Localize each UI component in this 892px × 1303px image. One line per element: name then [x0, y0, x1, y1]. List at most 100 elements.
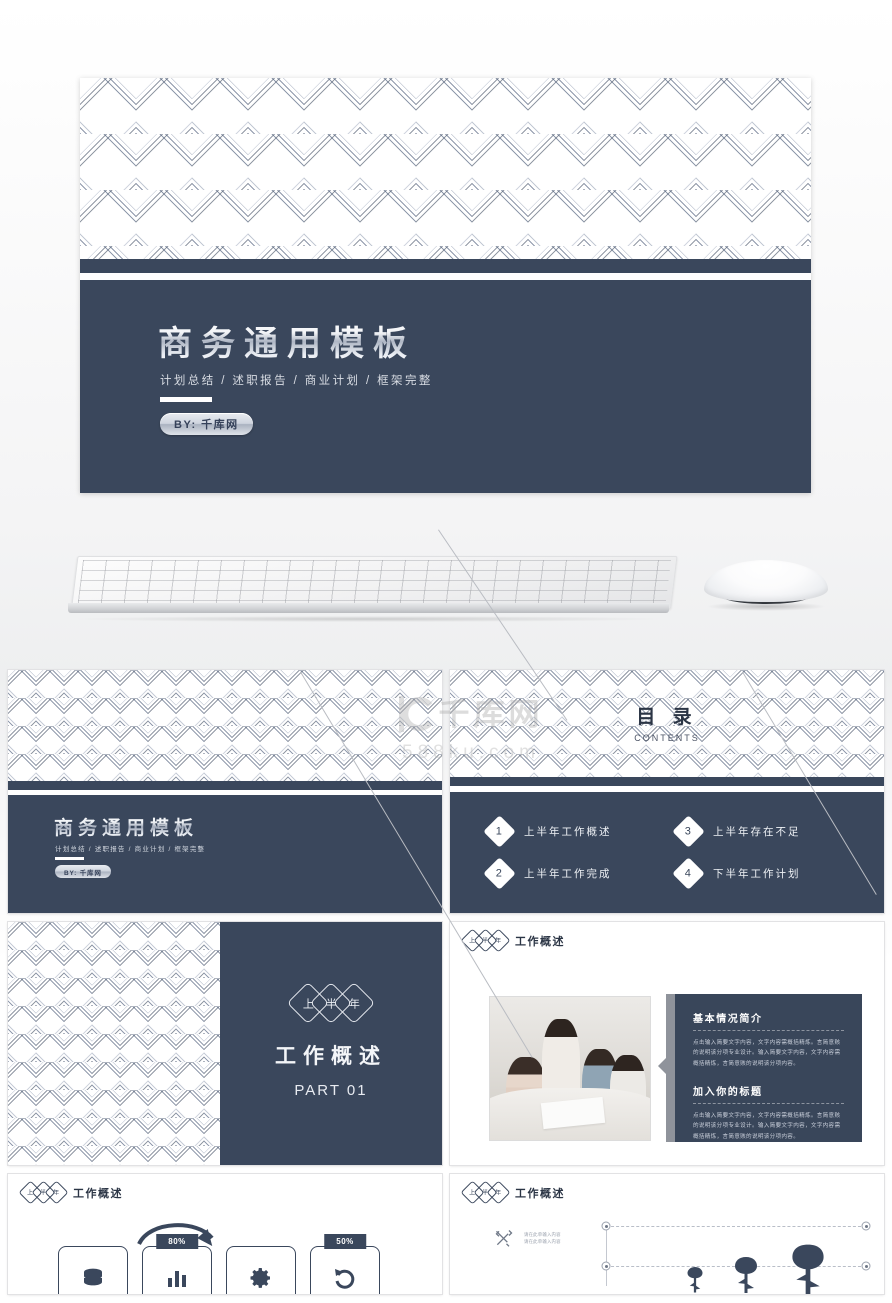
- keyboard-base: [68, 603, 669, 613]
- section-content-panel: 上 半 年 工作概述 PART 01: [220, 922, 442, 1165]
- diamond-badge: 3: [672, 815, 705, 848]
- hero-accent-bar: [80, 259, 811, 273]
- hero-gap: [80, 273, 811, 280]
- toc-item[interactable]: 4 下半年工作计划: [672, 857, 850, 890]
- panel-block-title: 基本情况简介: [693, 1014, 763, 1025]
- diagonal-pattern: [80, 78, 811, 259]
- thumb-pattern-band: [8, 670, 442, 781]
- hero-author-badge: BY: 千库网: [160, 413, 253, 435]
- thumbnail-row: 上 半 年 工作概述 80% 50% 上 半 年 工作概述 请在此单输入内容 请…: [8, 1174, 884, 1294]
- timeline-node: [861, 1261, 871, 1271]
- diamond-badge: 2: [483, 857, 516, 890]
- process-badge: 50%: [324, 1234, 366, 1249]
- undo-arrow-icon: [335, 1269, 355, 1289]
- toc-item[interactable]: 2 上半年工作完成: [483, 857, 661, 890]
- diamond-char: 年: [495, 1190, 502, 1197]
- tree-icon: [735, 1257, 757, 1293]
- hero-rule: [160, 397, 212, 402]
- hero-subtitle: 计划总结 / 述职报告 / 商业计划 / 框架完整: [160, 375, 433, 387]
- panel-block: 加入你的标题 点击输入简要文字内容，文字内容需概括精炼。言简意赅的说明该分项专业…: [693, 1083, 844, 1142]
- toc-label: 上半年存在不足: [713, 826, 801, 838]
- keyboard-mockup: [63, 556, 678, 622]
- team-meeting-photo: [490, 997, 650, 1140]
- keyboard-shadow: [77, 616, 661, 622]
- triple-diamond-emblem: 上 半 年: [18, 1180, 69, 1205]
- panel-block-body: 点击输入简要文字内容，文字内容需概括精炼。言简意赅的说明该分项专业设计。输入简要…: [693, 1113, 841, 1140]
- thumb-title: 商务通用模板: [54, 813, 198, 840]
- keyboard-keys: [77, 560, 672, 603]
- hero-pattern-band: [80, 78, 811, 259]
- slide-header-title: 工作概述: [515, 1187, 565, 1200]
- mouse-mockup: [700, 558, 832, 614]
- process-card[interactable]: [58, 1246, 128, 1294]
- thumbnail-contents-slide[interactable]: 目 录 CONTENTS 1 上半年工作概述 3 上半年存在不足 2 上半年工作…: [450, 670, 884, 913]
- panel-block: 基本情况简介 点击输入简要文字内容，文字内容需概括精炼。言简意赅的说明该分项专业…: [693, 1010, 844, 1069]
- slide-header-title: 工作概述: [515, 935, 565, 948]
- panel-divider: [693, 1030, 844, 1032]
- timeline-dashed-row: [606, 1226, 866, 1228]
- process-card[interactable]: [226, 1246, 296, 1294]
- thumbnail-row: 上 半 年 工作概述 PART 01 上 半 年 工作概述 基本情况简介 点击输…: [8, 922, 884, 1165]
- timeline-entry[interactable]: 请在此单输入内容 请在此单输入内容: [494, 1228, 561, 1248]
- bar-chart-icon: [168, 1271, 186, 1287]
- timeline-line-2: 请在此单输入内容: [524, 1239, 561, 1244]
- panel-body: 基本情况简介 点击输入简要文字内容，文字内容需概括精炼。言简意赅的说明该分项专业…: [675, 994, 862, 1142]
- diamond-char: 年: [348, 998, 360, 1010]
- thumbnail-process-slide[interactable]: 上 半 年 工作概述 80% 50%: [8, 1174, 442, 1294]
- toc-item[interactable]: 1 上半年工作概述: [483, 815, 661, 848]
- timeline-vertical-line: [606, 1226, 607, 1286]
- diamond-outline: 年: [332, 981, 376, 1025]
- keyboard-key-surface: [71, 556, 678, 609]
- panel-block-title: 加入你的标题: [693, 1087, 763, 1099]
- triple-diamond-emblem: 上 半 年: [460, 928, 511, 953]
- timeline-entry-text: 请在此单输入内容 请在此单输入内容: [524, 1231, 561, 1245]
- tools-icon: [495, 1230, 513, 1247]
- tree-growth-row: [680, 1242, 834, 1294]
- page-canvas: 商务通用模板 计划总结 / 述职报告 / 商业计划 / 框架完整 BY: 千库网: [0, 0, 892, 1300]
- timeline-entry-list: 请在此单输入内容 请在此单输入内容: [494, 1228, 561, 1248]
- thumb-accent-bar: [8, 781, 442, 790]
- thumbnail-grid: 商务通用模板 计划总结 / 述职报告 / 商业计划 / 框架完整 BY: 千库网…: [8, 670, 884, 1303]
- thumb-subtitle: 计划总结 / 述职报告 / 商业计划 / 框架完整: [55, 846, 206, 853]
- hero-body: 商务通用模板 计划总结 / 述职报告 / 商业计划 / 框架完整 BY: 千库网: [80, 280, 811, 493]
- section-part-label: PART 01: [294, 1082, 368, 1099]
- gear-icon: [250, 1268, 270, 1288]
- slide-header: 上 半 年 工作概述: [18, 1180, 123, 1205]
- tree-icon: [687, 1267, 703, 1293]
- panel-divider: [693, 1103, 844, 1105]
- contents-heading-en: CONTENTS: [634, 733, 700, 743]
- diamond-badge: 4: [672, 857, 705, 890]
- slide-header: 上 半 年 工作概述: [460, 1180, 565, 1205]
- slide-header-title: 工作概述: [73, 1187, 123, 1200]
- timeline-node: [601, 1221, 611, 1231]
- diagonal-pattern: [8, 922, 220, 1165]
- toc-number: 4: [685, 867, 692, 880]
- thumb-rule: [55, 857, 84, 860]
- process-card[interactable]: 50%: [310, 1234, 380, 1294]
- database-icon: [84, 1268, 102, 1286]
- contents-heading-cn: 目 录: [636, 707, 698, 728]
- thumbnail-title-slide[interactable]: 商务通用模板 计划总结 / 述职报告 / 商业计划 / 框架完整 BY: 千库网: [8, 670, 442, 913]
- diamond-badge: 1: [483, 815, 516, 848]
- hero-title: 商务通用模板: [158, 316, 416, 365]
- thumbnail-row: 商务通用模板 计划总结 / 述职报告 / 商业计划 / 框架完整 BY: 千库网…: [8, 670, 884, 913]
- toc-label: 上半年工作概述: [524, 826, 612, 838]
- toc-label: 上半年工作完成: [524, 868, 612, 880]
- thumbnail-timeline-slide[interactable]: 上 半 年 工作概述 请在此单输入内容 请在此单输入内容: [450, 1174, 884, 1294]
- triple-diamond-emblem: 上 半 年: [286, 981, 376, 1025]
- diamond-char: 年: [495, 938, 502, 945]
- section-pattern-panel: [8, 922, 220, 1165]
- process-card-row: 80% 50%: [58, 1234, 380, 1294]
- toc-number: 1: [496, 825, 503, 838]
- thumbnail-section-slide[interactable]: 上 半 年 工作概述 PART 01: [8, 922, 442, 1165]
- toc-label: 下半年工作计划: [713, 868, 801, 880]
- slide-header: 上 半 年 工作概述: [460, 928, 565, 953]
- contents-heading: 目 录 CONTENTS: [450, 702, 884, 743]
- process-card[interactable]: 80%: [142, 1234, 212, 1294]
- triple-diamond-emblem: 上 半 年: [460, 1180, 511, 1205]
- thumbnail-overview-slide[interactable]: 上 半 年 工作概述 基本情况简介 点击输入简要文字内容，文字内容需概括精炼。言…: [450, 922, 884, 1165]
- panel-block-body: 点击输入简要文字内容，文字内容需概括精炼。言简意赅的说明该分项专业设计。输入简要…: [693, 1040, 841, 1067]
- toc-item[interactable]: 3 上半年存在不足: [672, 815, 850, 848]
- section-title: 工作概述: [275, 1045, 387, 1068]
- tree-icon: [792, 1244, 824, 1294]
